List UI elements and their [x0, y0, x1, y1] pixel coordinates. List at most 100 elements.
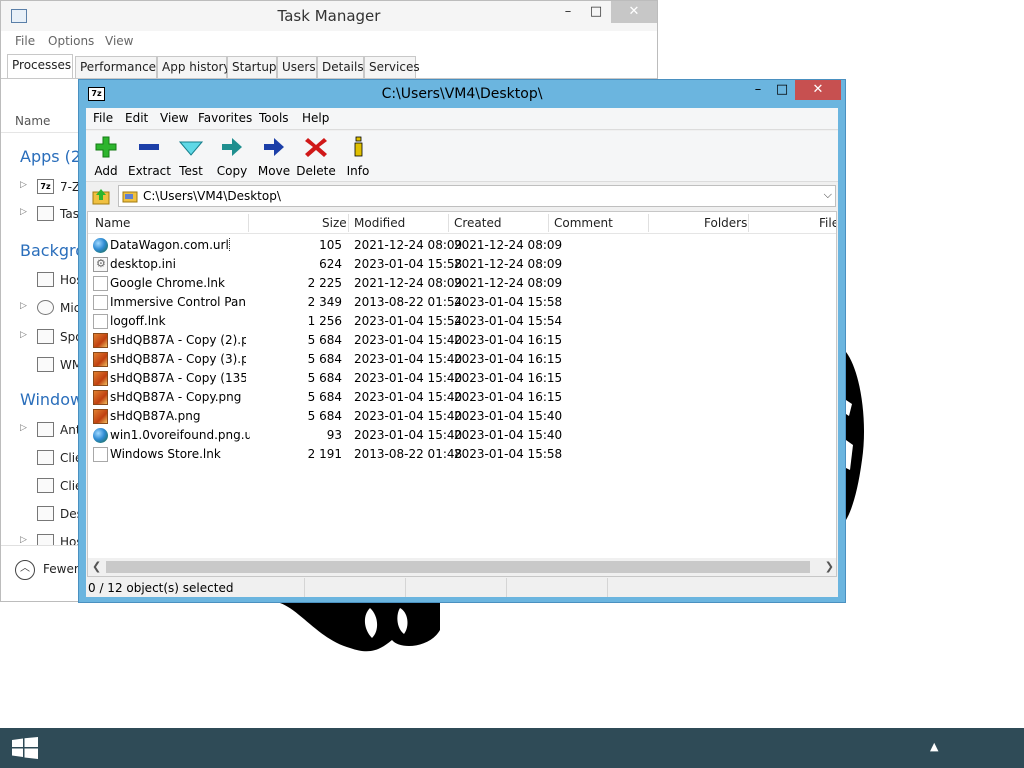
column-header-name[interactable]: Name: [95, 216, 130, 230]
tab-processes[interactable]: Processes: [7, 54, 73, 79]
column-header-size[interactable]: Size: [322, 216, 347, 230]
folder-up-icon[interactable]: [92, 187, 110, 205]
tab-performance[interactable]: Performance: [75, 56, 157, 78]
column-header-comment[interactable]: Comment: [554, 216, 613, 230]
status-bar: 0 / 12 object(s) selected: [86, 578, 838, 597]
test-button[interactable]: Test: [174, 133, 208, 179]
minimize-button[interactable]: –: [553, 1, 583, 23]
delete-button[interactable]: Delete: [296, 133, 336, 179]
extract-button[interactable]: Extract: [128, 133, 171, 179]
file-modified: 2021-12-24 08:09: [354, 238, 463, 252]
expand-icon[interactable]: ▷: [20, 207, 27, 217]
image-file-icon: [93, 352, 108, 367]
check-icon: [179, 141, 203, 156]
file-created: 2021-12-24 08:09: [454, 238, 563, 252]
column-header-files[interactable]: File: [819, 216, 836, 230]
file-created: 2021-12-24 08:09: [454, 257, 563, 271]
maximize-button[interactable]: □: [581, 1, 611, 23]
file-modified: 2023-01-04 15:58: [354, 257, 463, 271]
menu-help[interactable]: Help: [302, 111, 329, 125]
file-row[interactable]: sHdQB87A - Copy (3).p... 5 684 2023-01-0…: [88, 350, 836, 369]
task-manager-titlebar[interactable]: Task Manager – □ ✕: [1, 1, 657, 31]
tab-app-history[interactable]: App history: [157, 56, 231, 78]
maximize-button[interactable]: □: [769, 80, 795, 100]
menu-favorites[interactable]: Favorites: [198, 111, 252, 125]
file-name-cell: DataWagon.com.url: [110, 238, 246, 252]
file-created: 2023-01-04 15:40: [454, 428, 563, 442]
column-header-folders[interactable]: Folders: [704, 216, 747, 230]
file-row[interactable]: sHdQB87A - Copy (2).p... 5 684 2023-01-0…: [88, 331, 836, 350]
file-name: Windows Store.lnk: [110, 447, 221, 461]
file-created: 2023-01-04 15:40: [454, 409, 563, 423]
file-size: 2 349: [307, 295, 342, 309]
file-name: DataWagon.com.url: [110, 238, 230, 252]
path-combobox[interactable]: C:\Users\VM4\Desktop\ ⌵: [118, 185, 836, 207]
file-modified: 2013-08-22 01:54: [354, 295, 463, 309]
scroll-right-icon[interactable]: ❯: [825, 560, 834, 573]
file-created: 2023-01-04 16:15: [454, 371, 563, 385]
info-button[interactable]: Info: [342, 133, 374, 179]
tab-services[interactable]: Services: [364, 56, 420, 78]
file-modified: 2023-01-04 15:40: [354, 409, 463, 423]
process-label: Tas: [60, 207, 79, 221]
column-header-modified[interactable]: Modified: [354, 216, 405, 230]
file-manager-window: 7z C:\Users\VM4\Desktop\ – □ ✕ File Edit…: [78, 79, 846, 603]
file-row[interactable]: win1.0voreifound.png.url 93 2023-01-04 1…: [88, 426, 836, 445]
scrollbar-thumb[interactable]: [106, 561, 810, 573]
scroll-left-icon[interactable]: ❮: [92, 560, 101, 573]
file-size: 5 684: [307, 333, 342, 347]
menu-options[interactable]: Options: [48, 34, 94, 48]
minimize-button[interactable]: –: [745, 80, 771, 100]
file-row[interactable]: sHdQB87A - Copy.png 5 684 2023-01-04 15:…: [88, 388, 836, 407]
column-header-created[interactable]: Created: [454, 216, 502, 230]
tab-startup[interactable]: Startup: [227, 56, 277, 78]
file-row[interactable]: Google Chrome.lnk 2 225 2021-12-24 08:09…: [88, 274, 836, 293]
close-button[interactable]: ✕: [611, 1, 657, 23]
file-row[interactable]: DataWagon.com.url 105 2021-12-24 08:09 2…: [88, 236, 836, 255]
folder-icon: [122, 191, 138, 203]
column-divider: [348, 214, 349, 232]
windows-logo-icon[interactable]: [12, 737, 38, 759]
plus-icon: [95, 136, 117, 158]
horizontal-scrollbar[interactable]: ❮ ❯: [88, 558, 836, 576]
file-row[interactable]: logoff.lnk 1 256 2023-01-04 15:54 2023-0…: [88, 312, 836, 331]
file-row[interactable]: desktop.ini 624 2023-01-04 15:58 2021-12…: [88, 255, 836, 274]
menu-edit[interactable]: Edit: [125, 111, 148, 125]
expand-icon[interactable]: ▷: [20, 423, 27, 433]
menu-view[interactable]: View: [105, 34, 133, 48]
menu-view[interactable]: View: [160, 111, 188, 125]
expand-icon[interactable]: ▷: [20, 180, 27, 190]
file-row[interactable]: sHdQB87A.png 5 684 2023-01-04 15:40 2023…: [88, 407, 836, 426]
file-size: 1 256: [307, 314, 342, 328]
tab-details[interactable]: Details: [317, 56, 364, 78]
file-manager-client: File Edit View Favorites Tools Help Add …: [86, 108, 838, 597]
copy-button[interactable]: Copy: [214, 133, 250, 179]
add-button[interactable]: Add: [88, 133, 124, 179]
column-header-name[interactable]: Name: [15, 114, 50, 128]
expand-icon[interactable]: ▷: [20, 535, 27, 545]
file-modified: 2021-12-24 08:09: [354, 276, 463, 290]
menu-file[interactable]: File: [93, 111, 113, 125]
file-row[interactable]: Immersive Control Pane... 2 349 2013-08-…: [88, 293, 836, 312]
menu-file[interactable]: File: [15, 34, 35, 48]
show-hidden-icons-icon[interactable]: ▲: [930, 740, 938, 753]
file-name: Google Chrome.lnk: [110, 276, 225, 290]
copy-label: Copy: [216, 164, 248, 178]
file-list[interactable]: Name Size Modified Created Comment Folde…: [87, 211, 837, 577]
file-row[interactable]: sHdQB87A - Copy (135)... 5 684 2023-01-0…: [88, 369, 836, 388]
move-button[interactable]: Move: [256, 133, 292, 179]
expand-icon[interactable]: ▷: [20, 330, 27, 340]
close-button[interactable]: ✕: [795, 80, 841, 100]
file-name: logoff.lnk: [110, 314, 166, 328]
chevron-up-icon[interactable]: ︿: [15, 560, 35, 580]
file-icon: [93, 447, 108, 462]
chevron-down-icon[interactable]: ⌵: [824, 188, 832, 202]
group-windows: Window: [20, 390, 84, 409]
file-row[interactable]: Windows Store.lnk 2 191 2013-08-22 01:48…: [88, 445, 836, 464]
menu-tools[interactable]: Tools: [259, 111, 289, 125]
expand-icon[interactable]: ▷: [20, 301, 27, 311]
info-label: Info: [346, 164, 370, 178]
path-text: C:\Users\VM4\Desktop\: [143, 189, 281, 203]
tab-users[interactable]: Users: [277, 56, 317, 78]
file-size: 5 684: [307, 352, 342, 366]
